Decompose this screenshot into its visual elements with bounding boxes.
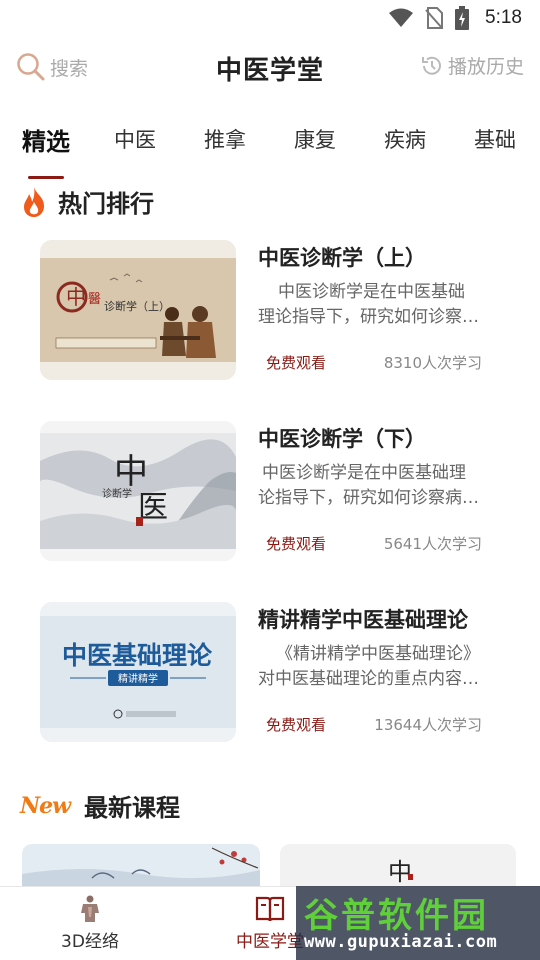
free-badge: 免费观看	[266, 354, 327, 372]
book-icon	[255, 896, 285, 922]
svg-text:中: 中	[114, 452, 148, 492]
fire-icon	[24, 186, 44, 217]
tab-indicator	[28, 176, 64, 179]
status-time: 5:18	[485, 7, 522, 28]
tab-rehab[interactable]: 康复	[294, 124, 336, 154]
new-badge-icon: New	[20, 792, 71, 819]
watermark-title: 谷普软件园	[304, 896, 489, 936]
svg-text:醫: 醫	[88, 292, 101, 307]
latest-section-header: New 最新课程	[20, 788, 180, 823]
course-card[interactable]: 中 医 诊断学 中医诊断学（下） 中医诊断学是在中医基础理 论指导下，研究如何诊…	[40, 421, 500, 561]
svg-text:诊断学: 诊断学	[102, 487, 132, 500]
wifi-icon	[389, 8, 414, 27]
body-icon	[81, 895, 99, 922]
history-button[interactable]: 播放历史	[420, 52, 524, 79]
tab-tcm[interactable]: 中医	[114, 124, 156, 154]
course-thumbnail: 中 醫 诊断学（上）	[40, 240, 236, 380]
course-thumbnail: 中 医 诊断学	[40, 421, 236, 561]
latest-course-thumbnail[interactable]	[22, 844, 260, 890]
category-tabs: 精选 中医 推拿 康复 疾病 基础	[0, 118, 540, 179]
tab-massage[interactable]: 推拿	[204, 124, 246, 154]
history-icon	[421, 56, 441, 75]
hot-section-title: 热门排行	[58, 190, 154, 218]
nav-3d-meridian[interactable]: 3D经络	[30, 895, 150, 952]
course-description: 中医诊断学是在中医基础 理论指导下，研究如何诊察…	[258, 282, 479, 327]
course-title: 中医诊断学（上）	[258, 246, 426, 270]
course-thumbnail: 中医基础理论 精讲精学	[40, 602, 236, 742]
svg-text:中: 中	[66, 285, 86, 309]
svg-text:中: 中	[388, 858, 412, 886]
tab-basics[interactable]: 基础	[474, 124, 516, 154]
free-badge: 免费观看	[266, 716, 327, 734]
svg-text:诊断学（上）: 诊断学（上）	[104, 299, 170, 313]
svg-text:精讲精学: 精讲精学	[118, 672, 158, 685]
no-sim-icon	[425, 7, 444, 29]
latest-course-thumbnail[interactable]: 中	[280, 844, 516, 890]
watermark-url: www.gupuxiazai.com	[304, 932, 498, 952]
history-label: 播放历史	[447, 56, 524, 78]
course-title: 中医诊断学（下）	[258, 427, 426, 451]
course-description: 《精讲精学中医基础理论》 对中医基础理论的重点内容…	[258, 644, 480, 689]
study-count: 13644人次学习	[374, 716, 482, 734]
tab-disease[interactable]: 疾病	[384, 124, 426, 154]
status-bar: 5:18	[0, 0, 540, 36]
study-count: 5641人次学习	[383, 535, 482, 553]
header: 搜索 中医学堂 播放历史	[0, 40, 540, 96]
watermark-logo: 谷普软件园 www.gupuxiazai.com	[296, 886, 540, 960]
course-card[interactable]: 中 醫 诊断学（上） 中医诊断学（上） 中医诊断学是在中医基础 理论指导下，研究…	[40, 240, 500, 380]
course-title: 精讲精学中医基础理论	[258, 608, 468, 632]
study-count: 8310人次学习	[383, 354, 482, 372]
tab-featured[interactable]: 精选	[22, 122, 70, 157]
latest-section-title: 最新课程	[84, 794, 181, 822]
hot-section-header: 热门排行	[20, 184, 154, 219]
svg-text:中医基础理论: 中医基础理论	[62, 641, 213, 670]
free-badge: 免费观看	[266, 535, 327, 553]
nav-label: 3D经络	[61, 932, 119, 952]
battery-icon	[455, 6, 470, 30]
course-description: 中医诊断学是在中医基础理 论指导下，研究如何诊察病…	[258, 463, 479, 508]
nav-label: 中医学堂	[236, 932, 304, 952]
course-card[interactable]: 中医基础理论 精讲精学 精讲精学中医基础理论 《精讲精学中医基础理论》 对中医基…	[40, 602, 500, 742]
